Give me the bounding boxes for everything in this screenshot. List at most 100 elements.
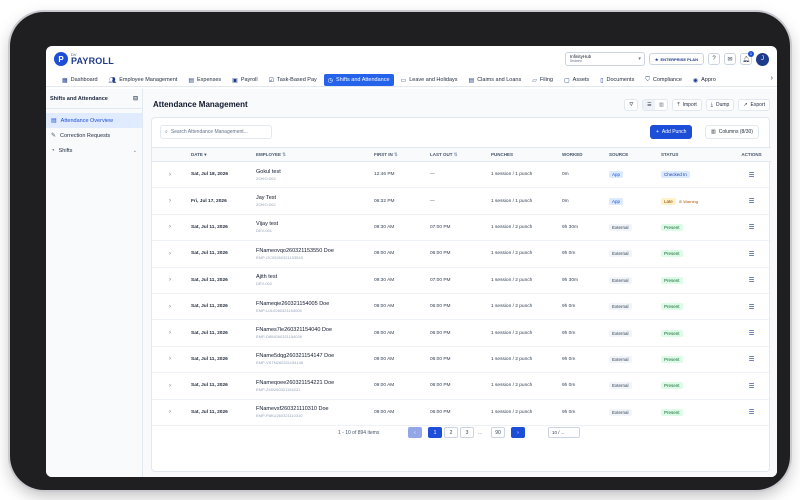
prev-page-button[interactable]: ‹ xyxy=(408,427,422,438)
table-row[interactable]: › Sat, Jul 11, 2026 Ajith test DEV-002 0… xyxy=(152,267,771,294)
expand-row-icon[interactable]: › xyxy=(152,372,188,400)
nav-employee-management[interactable]: 👥︎ Employee Management xyxy=(105,74,182,86)
page-size-select[interactable]: 10 / ... xyxy=(548,427,580,438)
avatar[interactable]: J xyxy=(756,52,769,66)
help-icon[interactable]: ? xyxy=(708,53,720,65)
sort-desc-icon: ▾ xyxy=(204,151,207,157)
page-button-last[interactable]: 90 xyxy=(491,427,505,438)
next-page-button[interactable]: › xyxy=(511,427,525,438)
expand-row-icon[interactable]: › xyxy=(152,267,188,294)
view-toggle: ☰ ▥ xyxy=(642,99,669,111)
page-button-1[interactable]: 1 xyxy=(428,427,442,438)
row-menu-icon[interactable]: ☰ xyxy=(732,240,771,268)
nav-filing[interactable]: ▱ Filing xyxy=(528,74,557,86)
chevron-down-icon: ⌄ xyxy=(132,147,137,154)
expand-row-icon[interactable]: › xyxy=(152,293,188,321)
nav-claims-and-loans[interactable]: ▤ Claims and Loans xyxy=(465,74,526,86)
column-header-last-out[interactable]: LAST OUT ⇅ xyxy=(427,147,488,162)
row-menu-icon[interactable]: ☰ xyxy=(732,319,771,347)
nav-compliance[interactable]: ⛉ Compliance xyxy=(641,74,686,86)
row-menu-icon[interactable]: ☰ xyxy=(732,372,771,400)
column-header-source: SOURCE xyxy=(606,147,658,162)
table-row[interactable]: › Sat, Jul 11, 2026 FNames7le26032115404… xyxy=(152,319,771,347)
expand-row-icon[interactable]: › xyxy=(152,319,188,347)
expand-row-icon[interactable]: › xyxy=(152,214,188,242)
logo-text: PAYROLL xyxy=(71,55,114,66)
cell-date: Sat, Jul 11, 2026 xyxy=(188,346,253,374)
nav-payroll[interactable]: ▣ Payroll xyxy=(228,74,261,86)
cell-employee[interactable]: Jay Test ZOHO-002 xyxy=(253,187,371,215)
cell-employee[interactable]: FNameqie260321154005 Doe EMP-UJL02603211… xyxy=(253,293,371,321)
table-row[interactable]: › Sat, Jul 11, 2026 FNameqie260321154005… xyxy=(152,293,771,321)
table-row[interactable]: › Sat, Jul 11, 2026 FNameqoee26032115422… xyxy=(152,372,771,400)
row-menu-icon[interactable]: ☰ xyxy=(732,293,771,321)
cell-worked: 9h 0m xyxy=(559,372,606,400)
nav-leave-and-holidays[interactable]: ▭ Leave and Holidays xyxy=(397,74,462,86)
plan-badge[interactable]: ★ ENTERPRISE PLAN xyxy=(648,53,704,65)
cell-employee[interactable]: FNameqoee260321154221 Doe EMP-Z4I0260321… xyxy=(253,372,371,400)
nav-assets[interactable]: ▢ Assets xyxy=(560,74,593,86)
search-input[interactable]: ⌕ Search Attendance Management... xyxy=(160,125,272,139)
attendance-card: ⌕ Search Attendance Management... + Add … xyxy=(151,117,771,472)
cell-worked: 0m xyxy=(559,187,606,215)
row-menu-icon[interactable]: ☰ xyxy=(732,346,771,374)
table-row[interactable]: › Sat, Jul 11, 2026 Vijay test DEV-001 0… xyxy=(152,214,771,242)
cell-first-in: 06:32 PM xyxy=(371,187,427,215)
row-menu-icon[interactable]: ☰ xyxy=(732,267,771,294)
page-button-2[interactable]: 2 xyxy=(444,427,458,438)
column-header-first-in[interactable]: FIRST IN ⇅ xyxy=(371,147,427,162)
export-button[interactable]: ↗ Export xyxy=(738,99,770,111)
nav-approvals[interactable]: ◉ Appro xyxy=(689,74,720,86)
cell-employee[interactable]: Vijay test DEV-001 xyxy=(253,214,371,242)
expand-row-icon[interactable]: › xyxy=(152,161,188,189)
column-header-employee[interactable]: EMPLOYEE ⇅ xyxy=(253,147,371,162)
employee-name: Gokul test xyxy=(256,168,281,175)
collapse-sidebar-icon[interactable]: ⊟ xyxy=(133,95,138,102)
page-button-3[interactable]: 3 xyxy=(460,427,474,438)
cell-employee[interactable]: Gokul test ZOHO-003 xyxy=(253,161,371,189)
filter-button[interactable]: ⛛ xyxy=(624,99,639,111)
list-view-icon[interactable]: ☰ xyxy=(643,100,656,110)
cell-punches: 1 session / 2 punch xyxy=(488,346,559,374)
column-header-date[interactable]: DATE ▾ xyxy=(188,147,253,162)
employee-id: EMP-D8IM260321154039 xyxy=(256,334,302,340)
cell-date: Sat, Jul 11, 2026 xyxy=(188,240,253,268)
dump-button[interactable]: ⤓ Dump xyxy=(705,99,735,111)
message-icon[interactable]: ✉ xyxy=(724,53,736,65)
expand-row-icon[interactable]: › xyxy=(152,240,188,268)
organization-selector[interactable]: InfinityHub Sedeen ▾ xyxy=(564,52,645,66)
sidebar-item-correction-requests[interactable]: ✎ Correction Requests xyxy=(46,128,142,143)
cell-employee[interactable]: FNames7le260321154040 Doe EMP-D8IM260321… xyxy=(253,319,371,347)
expand-row-icon[interactable]: › xyxy=(152,346,188,374)
nav-documents[interactable]: ▯ Documents xyxy=(596,74,638,86)
import-button[interactable]: ⤒ Import xyxy=(672,99,702,111)
nav-dashboard[interactable]: ▦ Dashboard xyxy=(58,74,102,86)
row-menu-icon[interactable]: ☰ xyxy=(732,187,771,215)
sidebar-item-shifts[interactable]: ◔ Shifts ⌄ xyxy=(46,143,142,158)
employee-name: FNameqoee260321154221 Doe xyxy=(256,379,335,386)
sidebar-item-attendance-overview[interactable]: ▤ Attendance Overview xyxy=(46,113,142,128)
expand-row-icon[interactable]: › xyxy=(152,187,188,215)
row-menu-icon[interactable]: ☰ xyxy=(732,161,771,189)
add-punch-button[interactable]: + Add Punch xyxy=(650,125,693,139)
cell-first-in: 09:30 AM xyxy=(371,214,427,242)
chevron-right-icon[interactable]: › xyxy=(771,75,773,82)
nav-label: Employee Management xyxy=(119,77,178,83)
chart-view-icon[interactable]: ▥ xyxy=(655,100,667,110)
bell-icon[interactable]: 🔔︎ 1 xyxy=(740,51,754,65)
cell-source: External xyxy=(606,319,658,347)
app-logo[interactable]: P DV PAYROLL xyxy=(54,52,114,66)
nav-expenses[interactable]: ▤ Expenses xyxy=(184,74,225,86)
table-row[interactable]: › Sat, Jul 11, 2026 FNameovqo26032115355… xyxy=(152,240,771,268)
cell-employee[interactable]: FNameovqo260321153550 Doe EMP-OC05260321… xyxy=(253,240,371,268)
columns-button[interactable]: ▥ Columns (8/30) xyxy=(705,125,759,139)
cell-employee[interactable]: Ajith test DEV-002 xyxy=(253,267,371,294)
table-row[interactable]: › Sat, Jul 11, 2026 FName5dqg26032115414… xyxy=(152,346,771,374)
cell-employee[interactable]: FName5dqg260321154147 Doe EMP-VSTN260321… xyxy=(253,346,371,374)
table-row[interactable]: › Sat, Jul 18, 2026 Gokul test ZOHO-003 … xyxy=(152,161,771,189)
nav-task-based-pay[interactable]: ☑ Task-Based Pay xyxy=(265,74,321,86)
row-menu-icon[interactable]: ☰ xyxy=(732,214,771,242)
cell-status: Present xyxy=(658,267,732,294)
nav-shifts-and-attendance[interactable]: ◷ Shifts and Attendance xyxy=(323,74,394,86)
table-row[interactable]: › Fri, Jul 17, 2026 Jay Test ZOHO-002 06… xyxy=(152,187,771,215)
